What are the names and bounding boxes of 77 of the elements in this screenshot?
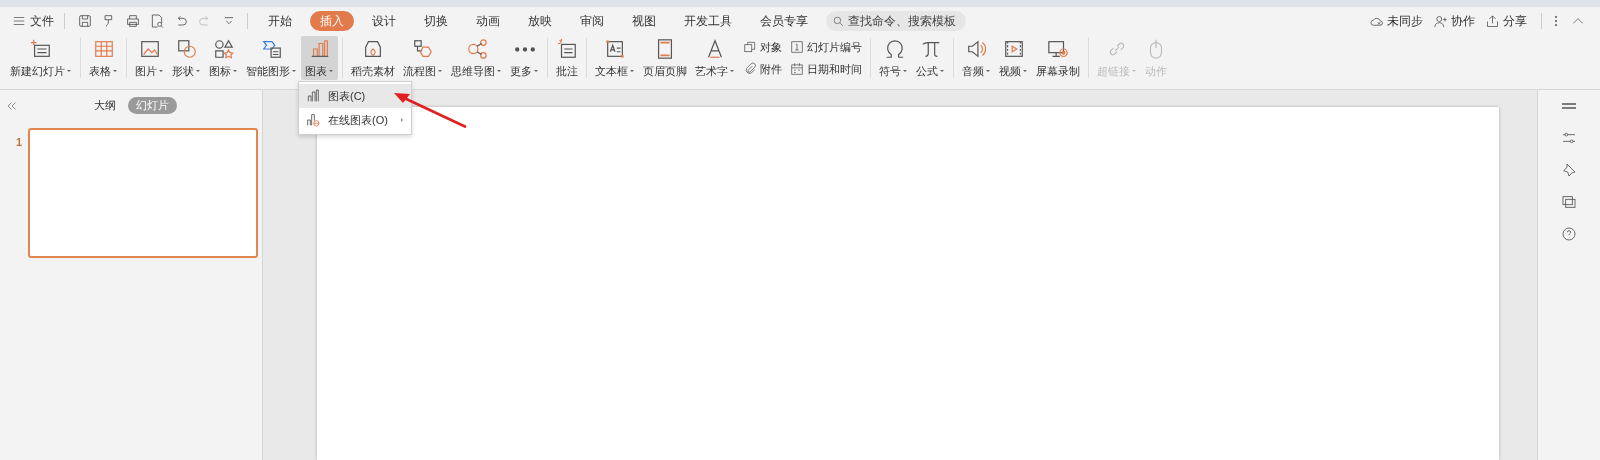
- ribbon-button[interactable]: 视频: [995, 36, 1032, 80]
- slide-number: 1: [16, 135, 23, 150]
- ribbon-button[interactable]: 智能图形: [242, 36, 301, 80]
- calendar-icon: [790, 62, 804, 76]
- picture-icon: [138, 38, 161, 60]
- file-menu[interactable]: 文件: [10, 10, 56, 32]
- double-chevron-left-icon: [6, 100, 18, 112]
- ribbon-tab[interactable]: 动画: [466, 11, 510, 31]
- ribbon-tab[interactable]: 设计: [362, 11, 406, 31]
- ribbon-tab[interactable]: 开发工具: [674, 11, 742, 31]
- ribbon-button[interactable]: 符号: [875, 36, 912, 80]
- ribbon-tab[interactable]: 开始: [258, 11, 302, 31]
- panel-tab[interactable]: 大纲: [90, 97, 120, 114]
- ribbon-tab[interactable]: 审阅: [570, 11, 614, 31]
- ribbon-button[interactable]: 表格: [85, 36, 122, 80]
- bar-chart-icon: [305, 88, 321, 104]
- collapse-handle-icon: [1561, 103, 1577, 109]
- smart-graphic-icon: [260, 38, 283, 60]
- toolbar-button[interactable]: 分享: [1485, 12, 1527, 30]
- ribbon-button[interactable]: 批注: [552, 36, 582, 80]
- ribbon-button[interactable]: 日期和时间: [788, 59, 864, 79]
- ribbon-button[interactable]: 图片: [131, 36, 168, 80]
- ribbon-button[interactable]: 页眉页脚: [639, 36, 691, 80]
- ribbon-button[interactable]: 幻灯片编号: [788, 37, 864, 57]
- pin-icon: [1561, 162, 1577, 178]
- sidebar-tool-button[interactable]: [1559, 224, 1579, 244]
- icons-icon: [212, 38, 235, 60]
- menu-item[interactable]: 在线图表(O): [299, 108, 411, 132]
- ribbon-tab[interactable]: 切换: [414, 11, 458, 31]
- slide-thumbnail[interactable]: [28, 128, 258, 258]
- ribbon-button[interactable]: 新建幻灯片: [6, 36, 76, 80]
- ribbon-button[interactable]: 图表: [301, 36, 338, 80]
- table-icon: [92, 38, 115, 60]
- print-icon: [125, 13, 141, 29]
- ribbon-tab[interactable]: 会员专享: [750, 11, 818, 31]
- ribbon-tab[interactable]: 视图: [622, 11, 666, 31]
- speaker-icon: [965, 38, 988, 60]
- comment-icon: [556, 38, 578, 60]
- new-slide-icon: [30, 38, 52, 60]
- settings-sliders-icon: [1561, 130, 1577, 146]
- flowchart-icon: [412, 38, 434, 60]
- help-icon: [1561, 226, 1577, 242]
- save-icon: [77, 13, 93, 29]
- ribbon-button[interactable]: 更多: [506, 36, 543, 80]
- ribbon-button[interactable]: 艺术字: [691, 36, 739, 80]
- ribbon-button[interactable]: 对象: [741, 37, 784, 57]
- mindmap-icon: [465, 38, 488, 60]
- search-field[interactable]: 查找命令、搜索模板: [826, 11, 966, 31]
- ribbon-button[interactable]: 文本框: [591, 36, 639, 80]
- ribbon-button[interactable]: 附件: [741, 59, 784, 79]
- ribbon-button[interactable]: 屏幕录制: [1032, 36, 1084, 80]
- online-chart-icon: [305, 112, 321, 128]
- ribbon-button[interactable]: 稻壳素材: [347, 36, 399, 80]
- paperclip-icon: [743, 62, 757, 76]
- text-box-icon: [604, 38, 626, 60]
- more-icon: [514, 46, 535, 52]
- ribbon-button[interactable]: 公式: [912, 36, 949, 80]
- add-user-icon: [1433, 13, 1448, 29]
- ribbon-button[interactable]: 图标: [205, 36, 242, 80]
- share-icon: [1485, 13, 1500, 29]
- screen-record-icon: [1047, 38, 1069, 60]
- ribbon-button[interactable]: 思维导图: [447, 36, 506, 80]
- search-icon: [832, 14, 845, 28]
- shapes-icon: [175, 38, 198, 60]
- video-icon: [1002, 38, 1025, 60]
- slides-icon: [1561, 194, 1577, 210]
- ribbon-button[interactable]: 流程图: [399, 36, 447, 80]
- ribbon-button[interactable]: 音频: [958, 36, 995, 80]
- menu-icon: [12, 14, 26, 28]
- slide-number-icon: [790, 40, 804, 54]
- toolbar-button[interactable]: 未同步: [1369, 12, 1423, 30]
- ribbon-tab[interactable]: 放映: [518, 11, 562, 31]
- ribbon-button[interactable]: 形状: [168, 36, 205, 80]
- print-preview-icon: [149, 13, 165, 29]
- toolbar-button[interactable]: 协作: [1433, 12, 1475, 30]
- menu-item[interactable]: 图表(C): [299, 84, 411, 108]
- object-icon: [743, 40, 757, 54]
